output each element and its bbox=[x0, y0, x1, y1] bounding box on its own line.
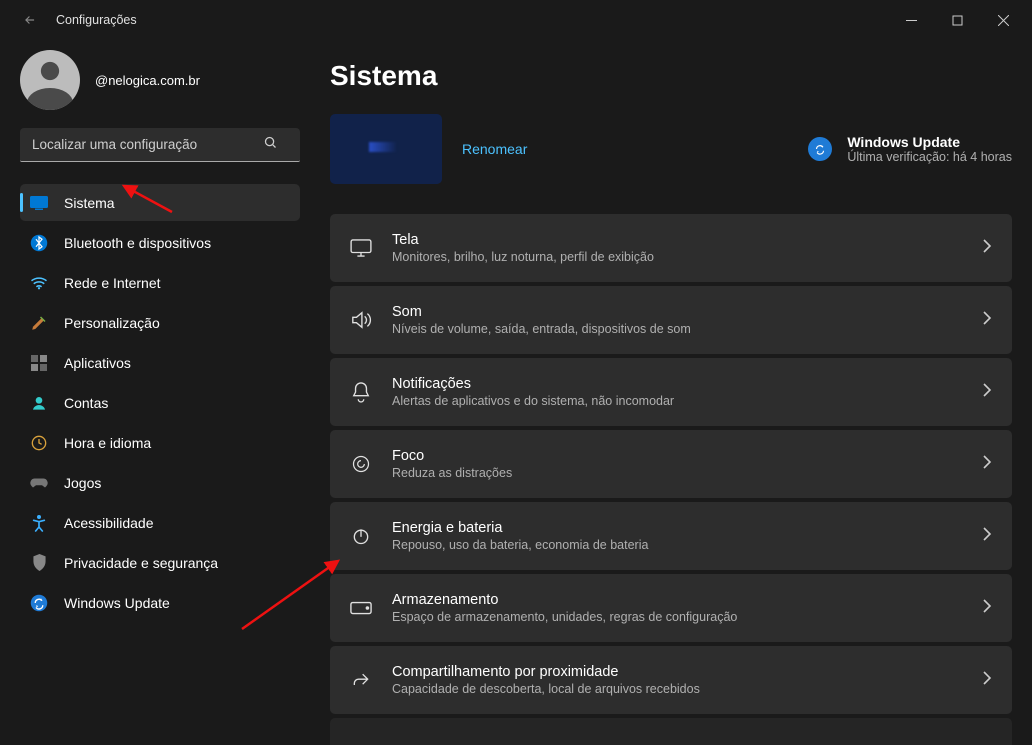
window-controls bbox=[888, 4, 1026, 36]
sidebar-item-windows-update[interactable]: Windows Update bbox=[20, 584, 300, 621]
chevron-right-icon bbox=[982, 671, 992, 690]
accessibility-icon bbox=[30, 514, 48, 532]
system-icon bbox=[30, 194, 48, 212]
page-title: Sistema bbox=[330, 60, 1012, 92]
windows-update-icon bbox=[808, 137, 832, 161]
focus-icon bbox=[350, 453, 372, 475]
card-subtitle: Espaço de armazenamento, unidades, regra… bbox=[392, 610, 982, 624]
accounts-icon bbox=[30, 394, 48, 412]
sidebar-item-label: Jogos bbox=[64, 475, 101, 491]
sidebar-item-label: Bluetooth e dispositivos bbox=[64, 235, 211, 251]
card-subtitle: Reduza as distrações bbox=[392, 466, 982, 480]
sidebar-item-label: Sistema bbox=[64, 195, 115, 211]
sidebar-item-privacidade[interactable]: Privacidade e segurança bbox=[20, 544, 300, 581]
card-title: Compartilhamento por proximidade bbox=[392, 664, 982, 680]
device-row: Renomear Windows Update Última verificaç… bbox=[330, 114, 1012, 184]
back-button[interactable] bbox=[20, 10, 40, 30]
window-title: Configurações bbox=[56, 13, 137, 27]
gaming-icon bbox=[30, 474, 48, 492]
card-energia-bateria[interactable]: Energia e bateria Repouso, uso da bateri… bbox=[330, 502, 1012, 570]
maximize-button[interactable] bbox=[934, 4, 980, 36]
profile-email: @nelogica.com.br bbox=[95, 73, 200, 88]
card-subtitle: Níveis de volume, saída, entrada, dispos… bbox=[392, 322, 982, 336]
sidebar-item-sistema[interactable]: Sistema bbox=[20, 184, 300, 221]
generic-icon bbox=[350, 741, 372, 745]
card-title: Foco bbox=[392, 448, 982, 464]
sidebar-item-label: Privacidade e segurança bbox=[64, 555, 218, 571]
card-subtitle: Capacidade de descoberta, local de arqui… bbox=[392, 682, 982, 696]
card-subtitle: Monitores, brilho, luz noturna, perfil d… bbox=[392, 250, 982, 264]
card-title: Notificações bbox=[392, 376, 982, 392]
sidebar-item-label: Windows Update bbox=[64, 595, 170, 611]
sidebar-item-label: Contas bbox=[64, 395, 108, 411]
sidebar-item-label: Aplicativos bbox=[64, 355, 131, 371]
windows-update-icon bbox=[30, 594, 48, 612]
content: Sistema Renomear Windows Update Última v… bbox=[310, 40, 1032, 745]
card-title: Tela bbox=[392, 232, 982, 248]
card-partial[interactable] bbox=[330, 718, 1012, 745]
titlebar: Configurações bbox=[0, 0, 1032, 40]
avatar bbox=[20, 50, 80, 110]
sound-icon bbox=[350, 309, 372, 331]
sidebar-item-contas[interactable]: Contas bbox=[20, 384, 300, 421]
sidebar-item-hora[interactable]: Hora e idioma bbox=[20, 424, 300, 461]
privacy-icon bbox=[30, 554, 48, 572]
card-subtitle: Alertas de aplicativos e do sistema, não… bbox=[392, 394, 982, 408]
chevron-right-icon bbox=[982, 527, 992, 546]
apps-icon bbox=[30, 354, 48, 372]
nearby-share-icon bbox=[350, 669, 372, 691]
sidebar-item-acessibilidade[interactable]: Acessibilidade bbox=[20, 504, 300, 541]
card-subtitle: Repouso, uso da bateria, economia de bat… bbox=[392, 538, 982, 552]
chevron-right-icon bbox=[982, 311, 992, 330]
sidebar-item-jogos[interactable]: Jogos bbox=[20, 464, 300, 501]
notifications-icon bbox=[350, 381, 372, 403]
chevron-right-icon bbox=[982, 455, 992, 474]
card-foco[interactable]: Foco Reduza as distrações bbox=[330, 430, 1012, 498]
sidebar: @nelogica.com.br Sistema Bluetooth e dis… bbox=[0, 40, 310, 745]
sidebar-item-aplicativos[interactable]: Aplicativos bbox=[20, 344, 300, 381]
close-button[interactable] bbox=[980, 4, 1026, 36]
sidebar-item-rede[interactable]: Rede e Internet bbox=[20, 264, 300, 301]
bluetooth-icon bbox=[30, 234, 48, 252]
windows-update-title: Windows Update bbox=[847, 134, 1012, 150]
main-layout: @nelogica.com.br Sistema Bluetooth e dis… bbox=[0, 40, 1032, 745]
sidebar-item-label: Rede e Internet bbox=[64, 275, 161, 291]
chevron-right-icon bbox=[982, 599, 992, 618]
display-icon bbox=[350, 237, 372, 259]
sidebar-item-label: Hora e idioma bbox=[64, 435, 151, 451]
search-input-wrap bbox=[20, 128, 300, 162]
sidebar-item-label: Personalização bbox=[64, 315, 160, 331]
storage-icon bbox=[350, 597, 372, 619]
card-notificacoes[interactable]: Notificações Alertas de aplicativos e do… bbox=[330, 358, 1012, 426]
windows-update-subtitle: Última verificação: há 4 horas bbox=[847, 150, 1012, 164]
sidebar-item-label: Acessibilidade bbox=[64, 515, 154, 531]
windows-update-card[interactable]: Windows Update Última verificação: há 4 … bbox=[808, 134, 1012, 164]
device-thumbnail[interactable] bbox=[330, 114, 442, 184]
chevron-right-icon bbox=[982, 239, 992, 258]
card-title: Energia e bateria bbox=[392, 520, 982, 536]
search-icon bbox=[263, 135, 278, 155]
network-icon bbox=[30, 274, 48, 292]
card-title: Som bbox=[392, 304, 982, 320]
card-tela[interactable]: Tela Monitores, brilho, luz noturna, per… bbox=[330, 214, 1012, 282]
time-language-icon bbox=[30, 434, 48, 452]
sidebar-item-bluetooth[interactable]: Bluetooth e dispositivos bbox=[20, 224, 300, 261]
card-title: Armazenamento bbox=[392, 592, 982, 608]
personalization-icon bbox=[30, 314, 48, 332]
card-compartilhamento[interactable]: Compartilhamento por proximidade Capacid… bbox=[330, 646, 1012, 714]
minimize-button[interactable] bbox=[888, 4, 934, 36]
power-icon bbox=[350, 525, 372, 547]
search-input[interactable] bbox=[20, 128, 300, 162]
sidebar-item-personalizacao[interactable]: Personalização bbox=[20, 304, 300, 341]
profile[interactable]: @nelogica.com.br bbox=[20, 50, 300, 110]
rename-link[interactable]: Renomear bbox=[462, 141, 527, 157]
chevron-right-icon bbox=[982, 383, 992, 402]
card-som[interactable]: Som Níveis de volume, saída, entrada, di… bbox=[330, 286, 1012, 354]
card-armazenamento[interactable]: Armazenamento Espaço de armazenamento, u… bbox=[330, 574, 1012, 642]
